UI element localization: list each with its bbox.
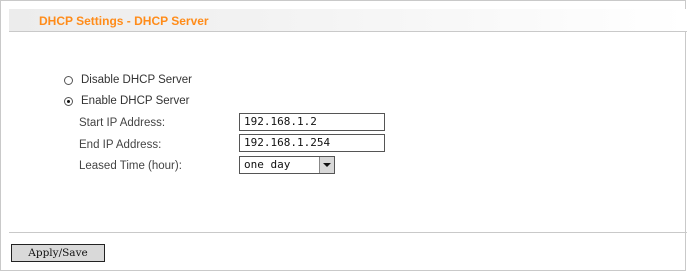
end-ip-label: End IP Address: <box>79 139 162 151</box>
end-ip-input[interactable]: 192.168.1.254 <box>239 134 385 152</box>
settings-panel: DHCP Settings - DHCP Server Disable DHCP… <box>0 0 687 271</box>
disable-dhcp-option[interactable]: Disable DHCP Server <box>64 72 192 88</box>
apply-save-button[interactable]: Apply/Save <box>11 244 105 262</box>
enable-dhcp-option[interactable]: Enable DHCP Server <box>64 93 189 109</box>
disable-dhcp-label: Disable DHCP Server <box>81 74 192 86</box>
enable-dhcp-radio[interactable] <box>64 96 73 106</box>
start-ip-label: Start IP Address: <box>79 117 166 129</box>
lease-time-label: Leased Time (hour): <box>79 160 182 172</box>
disable-dhcp-radio[interactable] <box>64 75 73 85</box>
lease-time-select[interactable]: one day <box>239 156 335 174</box>
enable-dhcp-label: Enable DHCP Server <box>81 95 190 107</box>
chevron-down-icon[interactable] <box>319 157 334 173</box>
lease-time-value: one day <box>244 158 291 171</box>
page-title: DHCP Settings - DHCP Server <box>39 14 209 28</box>
start-ip-input[interactable]: 192.168.1.2 <box>239 113 385 131</box>
divider <box>9 232 687 233</box>
